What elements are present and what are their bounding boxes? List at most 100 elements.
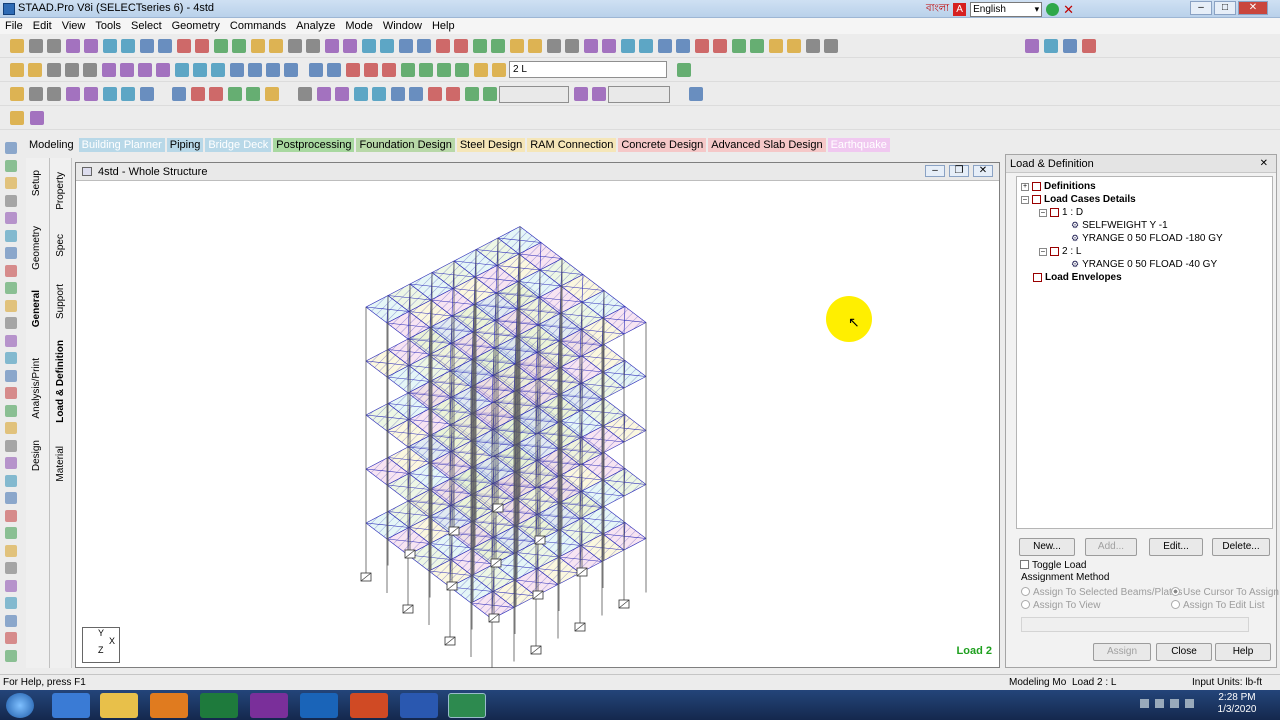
- view-restore-button[interactable]: ❐: [949, 165, 969, 177]
- toolbar-tool-icon[interactable]: [437, 63, 451, 77]
- toolbar-tool-icon[interactable]: [177, 39, 191, 53]
- tab-material[interactable]: Material: [55, 446, 66, 482]
- left-tool-icon[interactable]: [5, 160, 17, 172]
- maximize-button[interactable]: □: [1214, 1, 1236, 15]
- left-tool-icon[interactable]: [5, 562, 17, 574]
- edit-button[interactable]: Edit...: [1149, 538, 1203, 556]
- left-tool-icon[interactable]: [5, 265, 17, 277]
- toolbar-tool-icon[interactable]: [391, 87, 405, 101]
- toolbar-tool-icon[interactable]: [65, 63, 79, 77]
- onenote-icon[interactable]: [250, 693, 288, 718]
- clock[interactable]: 2:28 PM 1/3/2020: [1212, 692, 1262, 716]
- toolbar-tool-icon[interactable]: [676, 39, 690, 53]
- toolbar-tool-icon[interactable]: [325, 39, 339, 53]
- tree-node-case-2[interactable]: –2 : L: [1039, 246, 1081, 257]
- left-tool-icon[interactable]: [5, 352, 17, 364]
- left-tool-icon[interactable]: [5, 440, 17, 452]
- menu-geometry[interactable]: Geometry: [167, 18, 225, 34]
- toolbar-tool-icon[interactable]: [1063, 39, 1077, 53]
- toolbar-tool-icon[interactable]: [248, 63, 262, 77]
- toolbar-tool-icon[interactable]: [158, 39, 172, 53]
- disabled-select-2[interactable]: [608, 86, 670, 103]
- toolbar-tool-icon[interactable]: [138, 63, 152, 77]
- menu-analyze[interactable]: Analyze: [291, 18, 340, 34]
- tray-icon[interactable]: [1185, 699, 1194, 708]
- toolbar-tool-icon[interactable]: [47, 87, 61, 101]
- left-tool-icon[interactable]: [5, 580, 17, 592]
- toolbar-tool-icon[interactable]: [10, 63, 24, 77]
- collapse-icon[interactable]: –: [1039, 208, 1047, 217]
- excel-icon[interactable]: [200, 693, 238, 718]
- toolbar-tool-icon[interactable]: [465, 87, 479, 101]
- assign-view-radio[interactable]: Assign To View: [1021, 600, 1100, 611]
- toolbar-tool-icon[interactable]: [172, 87, 186, 101]
- media-player-icon[interactable]: [150, 693, 188, 718]
- toolbar-tool-icon[interactable]: [10, 111, 24, 125]
- toolbar-tool-icon[interactable]: [251, 39, 265, 53]
- left-tool-icon[interactable]: [5, 615, 17, 627]
- toolbar-tool-icon[interactable]: [28, 63, 42, 77]
- close-button[interactable]: ✕: [1238, 1, 1268, 15]
- toolbar-tool-icon[interactable]: [806, 39, 820, 53]
- menu-select[interactable]: Select: [126, 18, 167, 34]
- tab-spec[interactable]: Spec: [55, 234, 66, 257]
- left-tool-icon[interactable]: [5, 317, 17, 329]
- toolbar-tool-icon[interactable]: [454, 39, 468, 53]
- toolbar-tool-icon[interactable]: [209, 87, 223, 101]
- left-tool-icon[interactable]: [5, 475, 17, 487]
- start-button-icon[interactable]: [6, 693, 34, 718]
- toolbar-tool-icon[interactable]: [380, 39, 394, 53]
- menu-view[interactable]: View: [57, 18, 91, 34]
- left-tool-icon[interactable]: [5, 527, 17, 539]
- minimize-button[interactable]: –: [1190, 1, 1212, 15]
- toolbar-tool-icon[interactable]: [30, 111, 44, 125]
- assign-selected-radio[interactable]: Assign To Selected Beams/Plates: [1021, 587, 1182, 598]
- toolbar-tool-icon[interactable]: [409, 87, 423, 101]
- toolbar-tool-icon[interactable]: [824, 39, 838, 53]
- toolbar-tool-icon[interactable]: [428, 87, 442, 101]
- expand-icon[interactable]: +: [1021, 182, 1029, 191]
- toolbar-tool-icon[interactable]: [1082, 39, 1096, 53]
- left-tool-icon[interactable]: [5, 300, 17, 312]
- toolbar-tool-icon[interactable]: [364, 63, 378, 77]
- left-tool-icon[interactable]: [5, 457, 17, 469]
- page-tab-foundation-design[interactable]: Foundation Design: [356, 138, 455, 152]
- toolbar-tool-icon[interactable]: [419, 63, 433, 77]
- toolbar-tool-icon[interactable]: [156, 63, 170, 77]
- left-tool-icon[interactable]: [5, 230, 17, 242]
- help-button[interactable]: Help: [1215, 643, 1271, 661]
- toolbar-tool-icon[interactable]: [103, 39, 117, 53]
- tree-node-case-1[interactable]: –1 : D: [1039, 207, 1083, 218]
- tab-general[interactable]: General: [31, 290, 42, 327]
- toolbar-tool-icon[interactable]: [265, 87, 279, 101]
- toolbar-tool-icon[interactable]: [510, 39, 524, 53]
- toolbar-tool-icon[interactable]: [639, 39, 653, 53]
- tree-node-envelopes[interactable]: Load Envelopes: [1033, 272, 1122, 283]
- toolbar-tool-icon[interactable]: [491, 39, 505, 53]
- toolbar-tool-icon[interactable]: [346, 63, 360, 77]
- toolbar-tool-icon[interactable]: [121, 87, 135, 101]
- left-tool-icon[interactable]: [5, 597, 17, 609]
- toolbar-tool-icon[interactable]: [230, 63, 244, 77]
- language-select[interactable]: English: [970, 2, 1043, 17]
- toolbar-tool-icon[interactable]: [362, 39, 376, 53]
- toolbar-tool-icon[interactable]: [266, 63, 280, 77]
- toolbar-tool-icon[interactable]: [120, 63, 134, 77]
- page-tab-steel-design[interactable]: Steel Design: [456, 138, 526, 152]
- menu-mode[interactable]: Mode: [340, 18, 378, 34]
- menu-edit[interactable]: Edit: [28, 18, 57, 34]
- toolbar-tool-icon[interactable]: [191, 87, 205, 101]
- delete-button[interactable]: Delete...: [1212, 538, 1270, 556]
- toolbar-tool-icon[interactable]: [399, 39, 413, 53]
- left-tool-icon[interactable]: [5, 545, 17, 557]
- toolbar-tool-icon[interactable]: [335, 87, 349, 101]
- toolbar-tool-icon[interactable]: [436, 39, 450, 53]
- toolbar-tool-icon[interactable]: [228, 87, 242, 101]
- toolbar-tool-icon[interactable]: [658, 39, 672, 53]
- toolbar-tool-icon[interactable]: [602, 39, 616, 53]
- toolbar-tool-icon[interactable]: [214, 39, 228, 53]
- left-tool-icon[interactable]: [5, 405, 17, 417]
- toolbar-tool-icon[interactable]: [140, 39, 154, 53]
- toolbar-tool-icon[interactable]: [446, 87, 460, 101]
- ie-icon[interactable]: [52, 693, 90, 718]
